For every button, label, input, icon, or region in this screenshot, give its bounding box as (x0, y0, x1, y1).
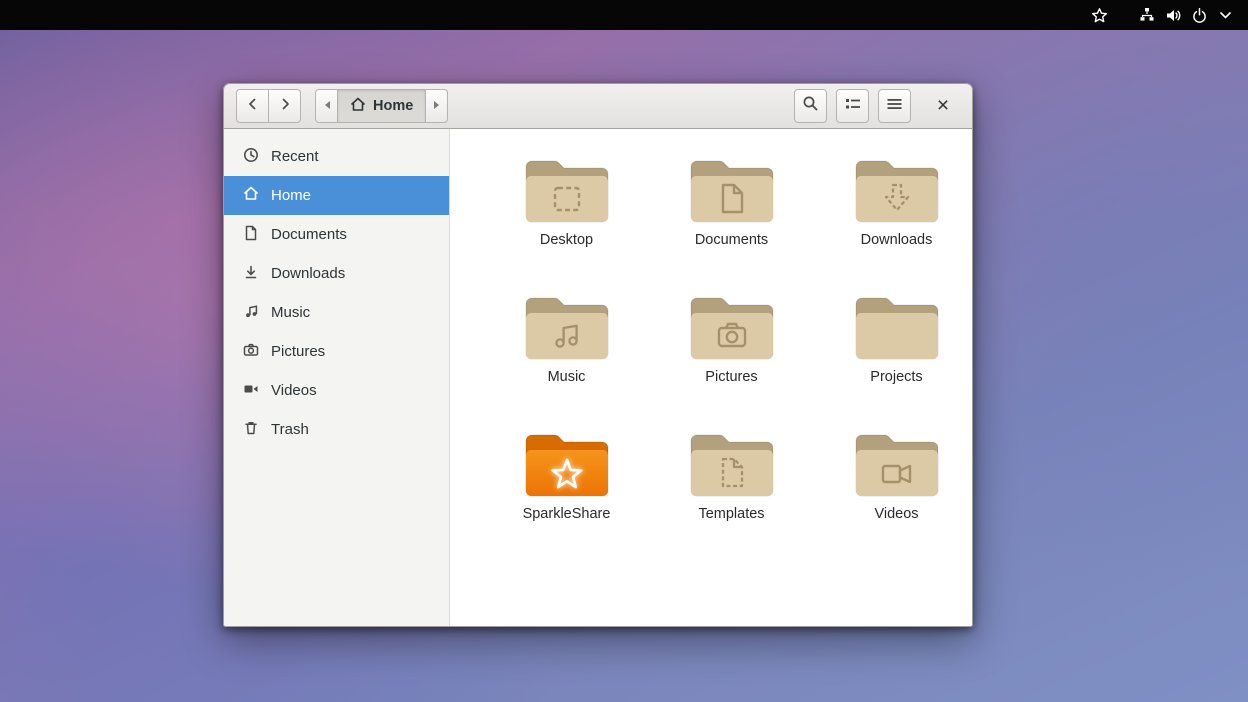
chevron-down-icon[interactable] (1212, 0, 1238, 30)
document-icon (243, 225, 259, 245)
file-label: Templates (698, 506, 764, 522)
sidebar-item-videos[interactable]: Videos (224, 371, 449, 410)
sidebar-item-home[interactable]: Home (224, 176, 449, 215)
path-home-button[interactable]: Home (337, 89, 426, 123)
shell-top-bar (0, 0, 1248, 30)
file-desktop[interactable]: Desktop (492, 155, 642, 292)
path-current-label: Home (373, 98, 413, 114)
folder-icon (853, 155, 941, 225)
path-scroll-left-button[interactable] (315, 89, 338, 123)
file-grid-area: Desktop Documents (450, 129, 972, 626)
volume-icon[interactable] (1160, 0, 1186, 30)
file-label: SparkleShare (523, 506, 611, 522)
file-music[interactable]: Music (492, 292, 642, 429)
file-projects[interactable]: Projects (822, 292, 972, 429)
sidebar-item-label: Pictures (271, 343, 325, 360)
sparkleshare-folder-icon (523, 429, 611, 499)
window-body: Recent Home Documents Downloads Music (223, 129, 973, 627)
folder-icon (523, 155, 611, 225)
trash-icon (243, 420, 259, 440)
file-label: Videos (874, 506, 918, 522)
sidebar-item-documents[interactable]: Documents (224, 215, 449, 254)
folder-icon (853, 429, 941, 499)
file-label: Documents (695, 232, 768, 248)
desktop-wallpaper: Home × (0, 0, 1248, 702)
folder-icon (688, 292, 776, 362)
forward-icon (277, 96, 293, 117)
search-button[interactable] (794, 89, 827, 123)
system-tray (1086, 0, 1238, 30)
home-icon (243, 186, 259, 205)
file-label: Desktop (540, 232, 593, 248)
path-bar: Home (315, 89, 448, 123)
back-icon (245, 96, 261, 117)
file-videos[interactable]: Videos (822, 429, 972, 566)
view-list-icon (845, 97, 861, 116)
triangle-right-icon (433, 97, 441, 115)
video-icon (243, 382, 259, 400)
file-downloads[interactable]: Downloads (822, 155, 972, 292)
sidebar-item-pictures[interactable]: Pictures (224, 332, 449, 371)
home-icon (350, 97, 366, 116)
menu-button[interactable] (878, 89, 911, 123)
back-button[interactable] (236, 89, 269, 123)
favorites-star-icon[interactable] (1086, 0, 1112, 30)
music-note-icon (243, 303, 259, 323)
sidebar-item-label: Documents (271, 226, 347, 243)
file-label: Music (548, 369, 586, 385)
sidebar-item-label: Home (271, 187, 311, 204)
sidebar-item-recent[interactable]: Recent (224, 137, 449, 176)
download-icon (243, 264, 259, 284)
headerbar: Home × (223, 83, 973, 129)
sidebar-item-label: Videos (271, 382, 317, 399)
file-grid: Desktop Documents (484, 155, 972, 566)
headerbar-actions (794, 89, 911, 123)
hamburger-icon (887, 97, 902, 115)
sidebar-item-downloads[interactable]: Downloads (224, 254, 449, 293)
folder-icon (688, 429, 776, 499)
camera-icon (243, 342, 259, 361)
close-button[interactable]: × (928, 91, 958, 121)
nav-buttons (236, 89, 301, 123)
sidebar-item-label: Music (271, 304, 310, 321)
forward-button[interactable] (268, 89, 301, 123)
sidebar-item-label: Recent (271, 148, 319, 165)
sidebar-item-trash[interactable]: Trash (224, 410, 449, 449)
power-icon[interactable] (1186, 0, 1212, 30)
file-documents[interactable]: Documents (657, 155, 807, 292)
sidebar-item-label: Downloads (271, 265, 345, 282)
triangle-left-icon (323, 97, 331, 115)
files-window: Home × (223, 83, 973, 627)
file-sparkleshare[interactable]: SparkleShare (492, 429, 642, 566)
file-templates[interactable]: Templates (657, 429, 807, 566)
recent-clock-icon (243, 147, 259, 167)
view-list-button[interactable] (836, 89, 869, 123)
folder-icon (853, 292, 941, 362)
sidebar-item-music[interactable]: Music (224, 293, 449, 332)
file-label: Projects (870, 369, 922, 385)
file-label: Pictures (705, 369, 757, 385)
file-pictures[interactable]: Pictures (657, 292, 807, 429)
sidebar: Recent Home Documents Downloads Music (224, 129, 450, 626)
sidebar-item-label: Trash (271, 421, 309, 438)
network-icon[interactable] (1134, 0, 1160, 30)
folder-icon (523, 292, 611, 362)
search-icon (802, 95, 819, 117)
folder-icon (688, 155, 776, 225)
path-scroll-right-button[interactable] (425, 89, 448, 123)
file-label: Downloads (861, 232, 933, 248)
